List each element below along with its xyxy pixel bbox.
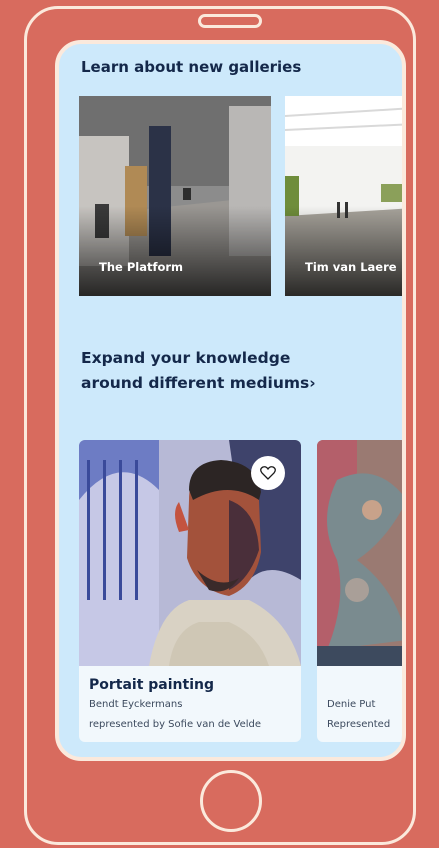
artwork-representation: Represented	[327, 719, 391, 730]
gallery-card-tim-van-laere[interactable]: Tim van Laere	[285, 96, 402, 296]
galleries-section-title: Learn about new galleries	[81, 58, 302, 76]
home-button[interactable]	[200, 770, 262, 832]
mediums-section-title[interactable]: Expand your knowledge around different m…	[81, 346, 321, 396]
heart-icon	[260, 466, 276, 480]
gallery-name: The Platform	[99, 260, 184, 274]
favorite-button[interactable]	[251, 456, 285, 490]
gallery-name: Tim van Laere	[305, 260, 397, 274]
artwork-card-portrait[interactable]: Portait painting Bendt Eyckermans repres…	[79, 440, 301, 742]
artwork-representation: represented by Sofie van de Velde	[89, 719, 262, 730]
gallery-card-the-platform[interactable]: The Platform	[79, 96, 271, 296]
artwork-artist: Denie Put	[327, 699, 376, 710]
artwork-artist: Bendt Eyckermans	[89, 699, 183, 710]
artwork-title: Portait painting	[89, 677, 215, 693]
phone-speaker	[198, 14, 262, 28]
artwork-image	[317, 440, 402, 666]
app-screen: Learn about new galleries The Platform T…	[55, 40, 406, 761]
artwork-card-second[interactable]: Denie Put Represented	[317, 440, 402, 742]
